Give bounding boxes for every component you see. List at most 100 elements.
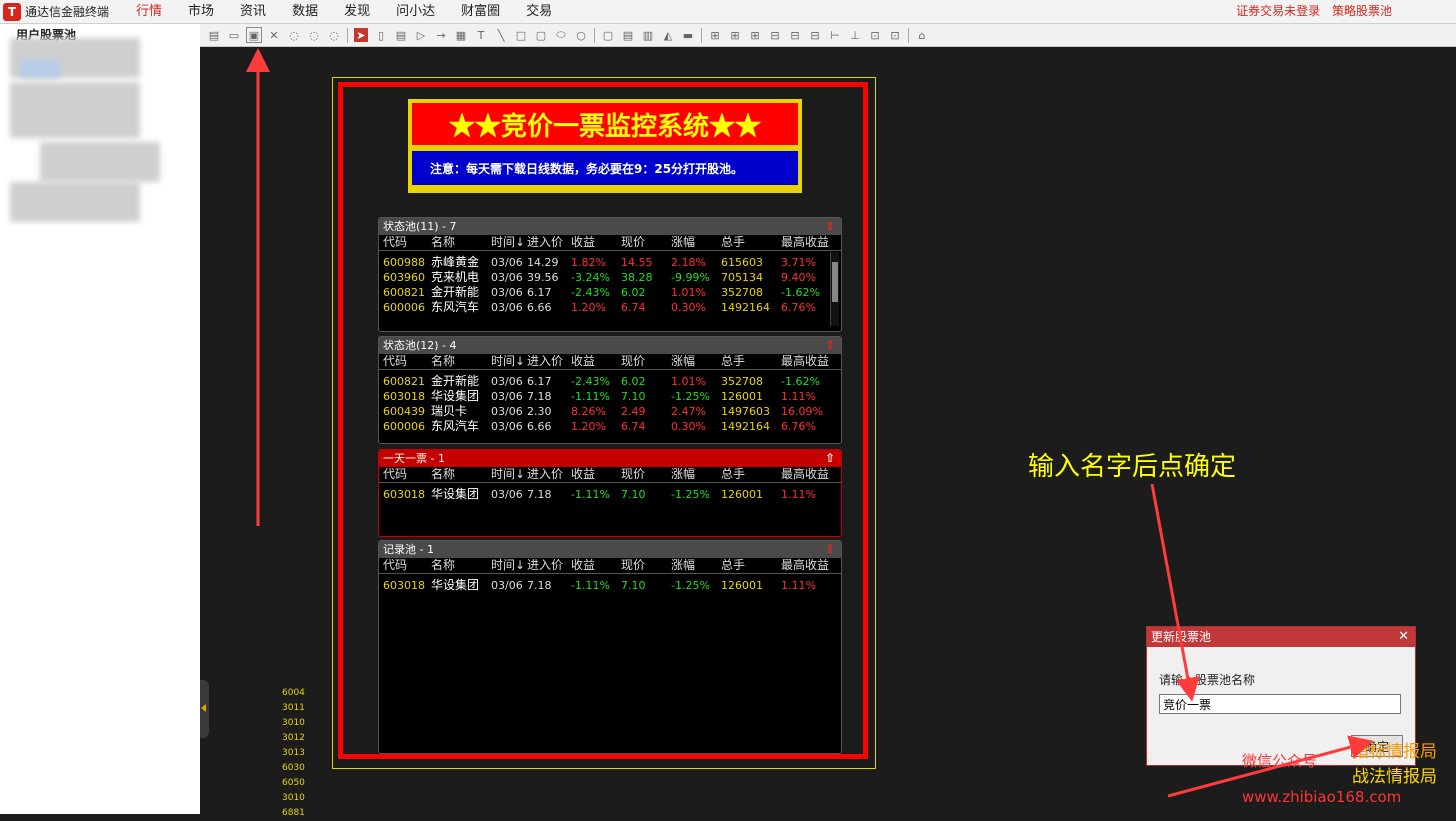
table-row[interactable]: 600006 东风汽车 03/06 6.66 1.20% 6.74 0.30% 1492164… bbox=[379, 419, 841, 434]
column-header[interactable]: 时间↓ bbox=[491, 354, 525, 369]
column-header[interactable]: 涨幅 bbox=[671, 235, 695, 250]
pause-icon[interactable]: ◌ bbox=[307, 28, 321, 42]
strategy-pool-link[interactable]: 策略股票池 bbox=[1332, 4, 1392, 18]
menu-item-wealth[interactable]: 财富圈 bbox=[448, 0, 513, 23]
menu-item-news[interactable]: 资讯 bbox=[227, 0, 279, 23]
play-icon[interactable]: ◌ bbox=[287, 28, 301, 42]
grid-icon[interactable]: ▦ bbox=[454, 28, 468, 42]
pool-panel-status-12[interactable]: 状态池(12) - 4 ⇧ 代码 名称 时间↓ 进入价 收益 现价 涨幅 总手 最高收益 600… bbox=[378, 336, 842, 444]
table-row[interactable]: 603960 克来机电 03/06 39.56 -3.24% 38.28 -9.99% 705… bbox=[379, 270, 841, 285]
distribute-v-icon[interactable]: ⊥ bbox=[848, 28, 862, 42]
close-icon[interactable]: ✕ bbox=[1398, 627, 1409, 647]
pool-scrollbar[interactable] bbox=[830, 252, 839, 326]
column-header[interactable]: 总手 bbox=[721, 354, 745, 369]
align-center-icon[interactable]: ⊞ bbox=[728, 28, 742, 42]
align-left-icon[interactable]: ⊞ bbox=[708, 28, 722, 42]
collapse-up-icon[interactable]: ⇧ bbox=[825, 450, 835, 467]
column-header[interactable]: 现价 bbox=[621, 558, 645, 573]
column-header[interactable]: 进入价 bbox=[527, 558, 563, 573]
column-header[interactable]: 名称 bbox=[431, 467, 455, 482]
pool-panel-status-11[interactable]: 状态池(11) - 7 ⇧ 代码 名称 时间↓ 进入价 收益 现价 涨幅 总手 最高收益 600… bbox=[378, 217, 842, 332]
fill-icon[interactable]: ◭ bbox=[661, 28, 675, 42]
distribute-h-icon[interactable]: ⊢ bbox=[828, 28, 842, 42]
column-header[interactable]: 进入价 bbox=[527, 235, 563, 250]
column-header[interactable]: 涨幅 bbox=[671, 354, 695, 369]
menu-item-discover[interactable]: 发现 bbox=[331, 0, 383, 23]
collapse-up-icon[interactable]: ⇧ bbox=[825, 337, 835, 354]
arrow-icon[interactable]: → bbox=[434, 28, 448, 42]
column-header[interactable]: 涨幅 bbox=[671, 558, 695, 573]
align-bottom-icon[interactable]: ⊟ bbox=[808, 28, 822, 42]
column-header[interactable]: 收益 bbox=[571, 354, 595, 369]
column-header[interactable]: 总手 bbox=[721, 235, 745, 250]
column-header[interactable]: 现价 bbox=[621, 354, 645, 369]
text-icon[interactable]: T bbox=[474, 28, 488, 42]
scrollbar-thumb[interactable] bbox=[832, 262, 838, 302]
menu-item-ask[interactable]: 问小达 bbox=[383, 0, 448, 23]
rect-icon[interactable]: □ bbox=[514, 28, 528, 42]
menu-item-trade[interactable]: 交易 bbox=[513, 0, 565, 23]
triangle-icon[interactable]: ▷ bbox=[414, 28, 428, 42]
column-header[interactable]: 最高收益 bbox=[781, 558, 829, 573]
column-header[interactable]: 时间↓ bbox=[491, 467, 525, 482]
column-header[interactable]: 收益 bbox=[571, 558, 595, 573]
collapse-up-icon[interactable]: ⇧ bbox=[825, 218, 835, 235]
align-icon[interactable]: ▬ bbox=[681, 28, 695, 42]
pool-panel-record[interactable]: 记录池 - 1 ⇧ 代码 名称 时间↓ 进入价 收益 现价 涨幅 总手 最高收益 603018 华… bbox=[378, 540, 842, 754]
table-row[interactable]: 600821 金开新能 03/06 6.17 -2.43% 6.02 1.01% 352708… bbox=[379, 285, 841, 300]
copy-icon[interactable]: ▢ bbox=[601, 28, 615, 42]
delete-icon[interactable]: ✕ bbox=[267, 28, 281, 42]
line-icon[interactable]: ╲ bbox=[494, 28, 508, 42]
table-row[interactable]: 603018 华设集团 03/06 7.18 -1.11% 7.10 -1.25% 12600… bbox=[379, 578, 841, 593]
menu-item-data[interactable]: 数据 bbox=[279, 0, 331, 23]
new-icon[interactable]: ▤ bbox=[207, 28, 221, 42]
column-header[interactable]: 名称 bbox=[431, 354, 455, 369]
column-header[interactable]: 代码 bbox=[383, 467, 407, 482]
align-right-icon[interactable]: ⊞ bbox=[748, 28, 762, 42]
column-header[interactable]: 最高收益 bbox=[781, 467, 829, 482]
collapse-handle[interactable] bbox=[200, 680, 209, 738]
column-header[interactable]: 代码 bbox=[383, 235, 407, 250]
column-header[interactable]: 现价 bbox=[621, 235, 645, 250]
column-header[interactable]: 最高收益 bbox=[781, 235, 829, 250]
paste-icon[interactable]: ▤ bbox=[621, 28, 635, 42]
save-icon[interactable]: ▣ bbox=[246, 27, 262, 43]
bank-icon[interactable]: ⌂ bbox=[915, 28, 929, 42]
column-header[interactable]: 代码 bbox=[383, 354, 407, 369]
same-width-icon[interactable]: ⊡ bbox=[868, 28, 882, 42]
column-header[interactable]: 涨幅 bbox=[671, 467, 695, 482]
table-row[interactable]: 603018 华设集团 03/06 7.18 -1.11% 7.10 -1.25% 12600… bbox=[379, 389, 841, 404]
align-top-icon[interactable]: ⊟ bbox=[768, 28, 782, 42]
collapse-up-icon[interactable]: ⇧ bbox=[825, 541, 835, 558]
menu-item-exchange[interactable]: 市场 bbox=[175, 0, 227, 23]
column-header[interactable]: 收益 bbox=[571, 467, 595, 482]
same-height-icon[interactable]: ⊡ bbox=[888, 28, 902, 42]
align-middle-icon[interactable]: ⊟ bbox=[788, 28, 802, 42]
column-header[interactable]: 总手 bbox=[721, 558, 745, 573]
table-row[interactable]: 600006 东风汽车 03/06 6.66 1.20% 6.74 0.30% 1492164… bbox=[379, 300, 841, 315]
stop-icon[interactable]: ◌ bbox=[327, 28, 341, 42]
column-header[interactable]: 总手 bbox=[721, 467, 745, 482]
rounded-rect-icon[interactable]: ▢ bbox=[534, 28, 548, 42]
table-row[interactable]: 600821 金开新能 03/06 6.17 -2.43% 6.02 1.01% 352708… bbox=[379, 374, 841, 389]
column-header[interactable]: 时间↓ bbox=[491, 558, 525, 573]
menu-item-market[interactable]: 行情 bbox=[123, 0, 175, 23]
column-header[interactable]: 现价 bbox=[621, 467, 645, 482]
page-icon[interactable]: ▤ bbox=[394, 28, 408, 42]
column-header[interactable]: 进入价 bbox=[527, 467, 563, 482]
column-header[interactable]: 名称 bbox=[431, 235, 455, 250]
pool-name-input[interactable] bbox=[1159, 694, 1401, 714]
table-row[interactable]: 603018 华设集团 03/06 7.18 -1.11% 7.10 -1.25% 12600… bbox=[379, 487, 841, 502]
open-icon[interactable]: ▭ bbox=[227, 28, 241, 42]
round-rect-icon[interactable]: ▯ bbox=[374, 28, 388, 42]
ellipse-icon[interactable]: ⬭ bbox=[554, 28, 568, 42]
pool-panel-one-day-one-stock[interactable]: 一天一票 - 1 ⇧ 代码 名称 时间↓ 进入价 收益 现价 涨幅 总手 最高收益 603018… bbox=[378, 449, 842, 537]
column-header[interactable]: 代码 bbox=[383, 558, 407, 573]
column-header[interactable]: 进入价 bbox=[527, 354, 563, 369]
column-header[interactable]: 时间↓ bbox=[491, 235, 525, 250]
circle-icon[interactable]: ○ bbox=[574, 28, 588, 42]
pointer-icon[interactable]: ➤ bbox=[354, 28, 368, 42]
column-header[interactable]: 最高收益 bbox=[781, 354, 829, 369]
trash-icon[interactable]: ▥ bbox=[641, 28, 655, 42]
column-header[interactable]: 名称 bbox=[431, 558, 455, 573]
